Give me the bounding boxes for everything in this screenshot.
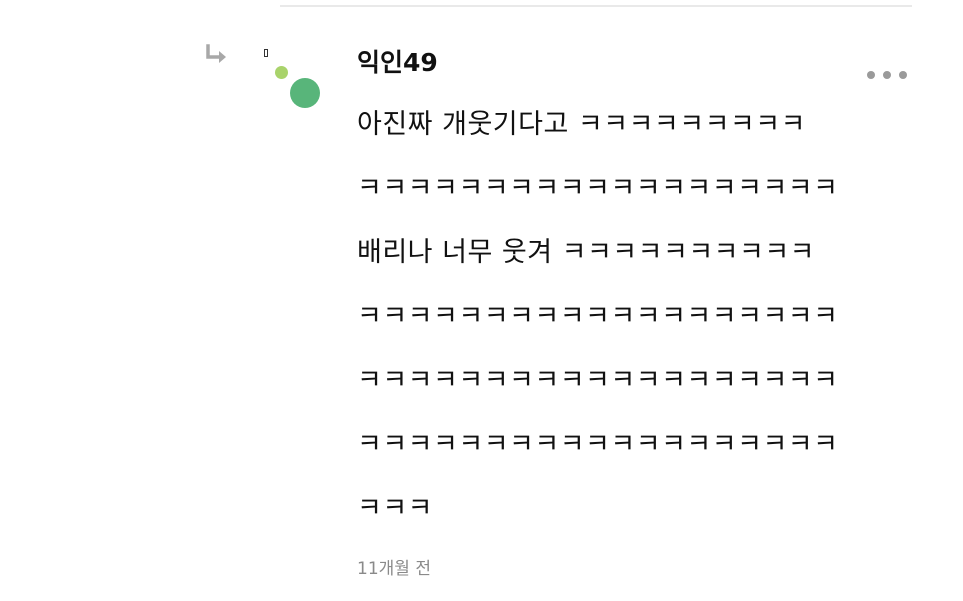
avatar[interactable] bbox=[262, 44, 326, 114]
comment-line: ㅋㅋㅋㅋㅋㅋㅋㅋㅋㅋㅋㅋㅋㅋㅋㅋㅋㅋㅋ bbox=[357, 429, 839, 460]
comment-thread: 익인49 아진짜 개웃기다고 ㅋㅋㅋㅋㅋㅋㅋㅋㅋ ㅋㅋㅋㅋㅋㅋㅋㅋㅋㅋㅋㅋㅋㅋㅋ… bbox=[0, 0, 963, 601]
menu-dot bbox=[899, 71, 907, 79]
avatar-mark bbox=[264, 49, 268, 57]
more-dots-icon[interactable] bbox=[865, 65, 909, 85]
comment-username[interactable]: 익인49 bbox=[357, 47, 438, 79]
comment-line: 배리나 너무 웃겨 ㅋㅋㅋㅋㅋㅋㅋㅋㅋㅋ bbox=[357, 237, 816, 268]
comment-line: ㅋㅋㅋㅋㅋㅋㅋㅋㅋㅋㅋㅋㅋㅋㅋㅋㅋㅋㅋ bbox=[357, 173, 839, 204]
avatar-small-dot bbox=[275, 66, 288, 79]
comment-body: 아진짜 개웃기다고 ㅋㅋㅋㅋㅋㅋㅋㅋㅋ ㅋㅋㅋㅋㅋㅋㅋㅋㅋㅋㅋㅋㅋㅋㅋㅋㅋㅋㅋ … bbox=[357, 97, 917, 545]
comment-timestamp: 11개월 전 bbox=[357, 559, 431, 579]
menu-dot bbox=[883, 71, 891, 79]
divider bbox=[280, 5, 912, 7]
comment-line: ㅋㅋㅋㅋㅋㅋㅋㅋㅋㅋㅋㅋㅋㅋㅋㅋㅋㅋㅋ bbox=[357, 365, 839, 396]
comment-line: ㅋㅋㅋ bbox=[357, 493, 434, 524]
comment-line: 아진짜 개웃기다고 ㅋㅋㅋㅋㅋㅋㅋㅋㅋ bbox=[357, 109, 806, 140]
menu-dot bbox=[867, 71, 875, 79]
avatar-large-dot bbox=[290, 78, 320, 108]
reply-arrow-icon bbox=[206, 44, 226, 63]
comment-line: ㅋㅋㅋㅋㅋㅋㅋㅋㅋㅋㅋㅋㅋㅋㅋㅋㅋㅋㅋ bbox=[357, 301, 839, 332]
